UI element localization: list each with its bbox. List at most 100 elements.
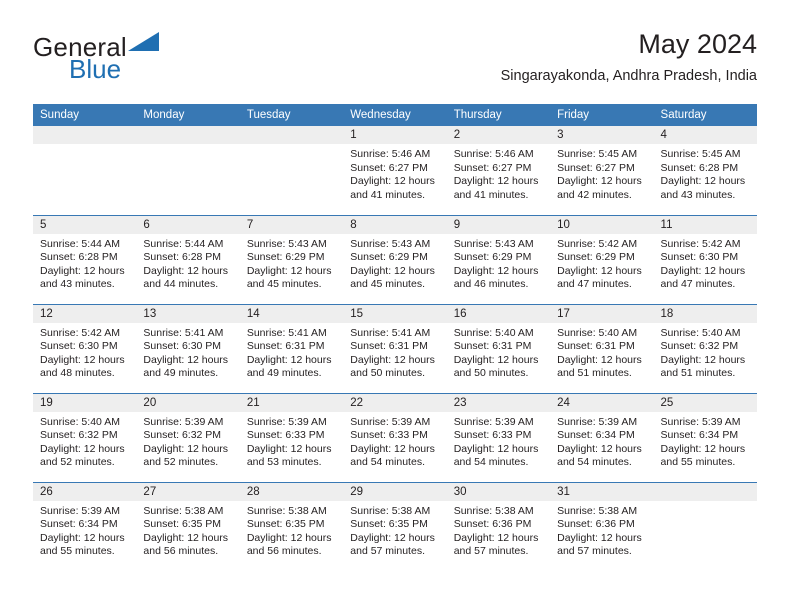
day-detail-line: Sunrise: 5:42 AM: [660, 237, 741, 250]
day-details: Sunrise: 5:38 AM Sunset: 6:36 PM Daylight:…: [447, 501, 550, 559]
day-number: 12: [33, 304, 137, 323]
calendar-day-cell[interactable]: 26 Sunrise: 5:39 AM Sunset: 6:34 PM Dayligh…: [33, 481, 137, 571]
day-details: Sunrise: 5:38 AM Sunset: 6:35 PM Daylight:…: [343, 501, 446, 559]
day-detail-line: Sunrise: 5:42 AM: [557, 237, 638, 250]
day-detail-line: Sunset: 6:29 PM: [557, 251, 635, 264]
day-number: 22: [343, 393, 447, 412]
day-detail-line: Sunset: 6:31 PM: [246, 340, 325, 353]
day-detail-line: Sunrise: 5:41 AM: [143, 326, 224, 339]
calendar-day-cell[interactable]: 16 Sunrise: 5:40 AM Sunset: 6:31 PM Dayligh…: [446, 303, 551, 393]
day-number: 2: [446, 126, 551, 144]
calendar-day-cell[interactable]: 13 Sunrise: 5:41 AM Sunset: 6:30 PM Dayligh…: [136, 303, 240, 393]
day-details: Sunrise: 5:43 AM Sunset: 6:29 PM Daylight:…: [447, 234, 550, 292]
day-detail-line: Sunrise: 5:39 AM: [143, 415, 224, 428]
calendar-day-cell[interactable]: 25 Sunrise: 5:39 AM Sunset: 6:34 PM Dayligh…: [653, 392, 757, 482]
day-detail-line: Daylight: 12 hours: [557, 353, 642, 366]
calendar-week-row: 26 Sunrise: 5:39 AM Sunset: 6:34 PM Dayligh…: [33, 481, 757, 571]
day-detail-line: and 55 minutes.: [660, 456, 736, 469]
day-details: Sunrise: 5:42 AM Sunset: 6:30 PM Daylight:…: [33, 323, 136, 381]
day-detail-line: Daylight: 12 hours: [660, 442, 746, 455]
day-detail-line: Sunset: 6:27 PM: [453, 161, 532, 174]
day-number: 29: [343, 482, 447, 501]
calendar-day-cell[interactable]: 2 Sunrise: 5:46 AM Sunset: 6:27 PM Daylight…: [446, 126, 551, 215]
day-number: 7: [239, 215, 344, 234]
calendar-day-cell[interactable]: 8 Sunrise: 5:43 AM Sunset: 6:29 PM Daylight…: [343, 214, 447, 304]
day-detail-line: Sunrise: 5:44 AM: [143, 237, 224, 250]
day-detail-line: and 42 minutes.: [557, 188, 632, 201]
calendar-day-cell[interactable]: 15 Sunrise: 5:41 AM Sunset: 6:31 PM Dayligh…: [343, 303, 447, 393]
day-detail-line: and 45 minutes.: [246, 278, 322, 291]
calendar-day-cell[interactable]: 28 Sunrise: 5:38 AM Sunset: 6:35 PM Dayligh…: [239, 481, 344, 571]
day-detail-line: Sunset: 6:35 PM: [350, 518, 428, 531]
calendar-day-cell[interactable]: 3 Sunrise: 5:45 AM Sunset: 6:27 PM Daylight…: [550, 126, 654, 215]
day-detail-line: Sunset: 6:32 PM: [40, 429, 118, 442]
day-details: Sunrise: 5:44 AM Sunset: 6:28 PM Daylight:…: [136, 234, 239, 292]
day-detail-line: Daylight: 12 hours: [40, 531, 125, 544]
day-details: Sunrise: 5:40 AM Sunset: 6:31 PM Daylight:…: [550, 323, 653, 381]
day-detail-line: Daylight: 12 hours: [660, 264, 746, 277]
day-detail-line: and 53 minutes.: [246, 456, 322, 469]
calendar-day-cell[interactable]: 24 Sunrise: 5:39 AM Sunset: 6:34 PM Dayligh…: [550, 392, 654, 482]
calendar-empty-cell: [33, 126, 137, 215]
day-number: 4: [653, 126, 757, 144]
calendar-day-cell[interactable]: 29 Sunrise: 5:38 AM Sunset: 6:35 PM Dayligh…: [343, 481, 447, 571]
calendar-day-cell[interactable]: 10 Sunrise: 5:42 AM Sunset: 6:29 PM Dayligh…: [550, 214, 654, 304]
calendar-day-cell[interactable]: 4 Sunrise: 5:45 AM Sunset: 6:28 PM Daylight…: [653, 126, 757, 215]
weekday-header-monday: Monday: [136, 104, 240, 126]
day-detail-line: Daylight: 12 hours: [453, 264, 539, 277]
day-detail-line: Sunrise: 5:38 AM: [557, 504, 638, 517]
day-details: Sunrise: 5:40 AM Sunset: 6:32 PM Daylight:…: [654, 323, 757, 381]
day-detail-line: Sunrise: 5:38 AM: [350, 504, 431, 517]
calendar-day-cell[interactable]: 7 Sunrise: 5:43 AM Sunset: 6:29 PM Daylight…: [239, 214, 344, 304]
triangle-icon: [127, 32, 160, 57]
calendar-day-cell[interactable]: 20 Sunrise: 5:39 AM Sunset: 6:32 PM Dayligh…: [136, 392, 240, 482]
calendar-day-cell[interactable]: 30 Sunrise: 5:38 AM Sunset: 6:36 PM Dayligh…: [446, 481, 551, 571]
day-detail-line: Daylight: 12 hours: [143, 531, 229, 544]
page-title: May 2024: [638, 29, 757, 59]
calendar-day-cell[interactable]: 23 Sunrise: 5:39 AM Sunset: 6:33 PM Dayligh…: [446, 392, 551, 482]
calendar-day-cell[interactable]: 9 Sunrise: 5:43 AM Sunset: 6:29 PM Daylight…: [446, 214, 551, 304]
day-detail-line: Sunset: 6:36 PM: [557, 518, 635, 531]
day-number: [239, 126, 344, 144]
calendar-day-cell[interactable]: 6 Sunrise: 5:44 AM Sunset: 6:28 PM Daylight…: [136, 214, 240, 304]
day-detail-line: Daylight: 12 hours: [246, 531, 332, 544]
calendar-day-cell[interactable]: 14 Sunrise: 5:41 AM Sunset: 6:31 PM Dayligh…: [239, 303, 344, 393]
page-header: General Blue May 2024 Singarayakonda, An…: [33, 28, 757, 94]
day-details: Sunrise: 5:39 AM Sunset: 6:34 PM Daylight:…: [654, 412, 757, 470]
calendar-day-cell[interactable]: 11 Sunrise: 5:42 AM Sunset: 6:30 PM Dayligh…: [653, 214, 757, 304]
day-detail-line: Daylight: 12 hours: [453, 353, 539, 366]
calendar-day-cell[interactable]: 18 Sunrise: 5:40 AM Sunset: 6:32 PM Dayligh…: [653, 303, 757, 393]
day-detail-line: Sunset: 6:30 PM: [660, 251, 739, 264]
day-details: Sunrise: 5:41 AM Sunset: 6:31 PM Daylight:…: [343, 323, 446, 381]
calendar-day-cell[interactable]: 5 Sunrise: 5:44 AM Sunset: 6:28 PM Daylight…: [33, 214, 137, 304]
day-detail-line: Sunrise: 5:39 AM: [40, 504, 120, 517]
day-detail-line: and 49 minutes.: [143, 367, 219, 380]
day-detail-line: and 46 minutes.: [453, 278, 529, 291]
day-detail-line: Sunrise: 5:39 AM: [453, 415, 534, 428]
day-detail-line: Sunset: 6:34 PM: [660, 429, 739, 442]
day-detail-line: Sunrise: 5:42 AM: [40, 326, 120, 339]
calendar-day-cell[interactable]: 27 Sunrise: 5:38 AM Sunset: 6:35 PM Dayligh…: [136, 481, 240, 571]
day-number: [33, 126, 137, 144]
day-detail-line: Sunrise: 5:43 AM: [246, 237, 327, 250]
day-details: Sunrise: 5:41 AM Sunset: 6:30 PM Daylight:…: [136, 323, 239, 381]
weekday-header-wednesday: Wednesday: [343, 104, 447, 126]
calendar-day-cell[interactable]: 19 Sunrise: 5:40 AM Sunset: 6:32 PM Dayligh…: [33, 392, 137, 482]
day-detail-line: Sunrise: 5:46 AM: [453, 148, 534, 160]
day-detail-line: Daylight: 12 hours: [557, 264, 642, 277]
calendar-day-cell[interactable]: 31 Sunrise: 5:38 AM Sunset: 6:36 PM Dayligh…: [550, 481, 654, 571]
calendar-day-cell[interactable]: 17 Sunrise: 5:40 AM Sunset: 6:31 PM Dayligh…: [550, 303, 654, 393]
calendar-day-cell[interactable]: 12 Sunrise: 5:42 AM Sunset: 6:30 PM Dayligh…: [33, 303, 137, 393]
day-detail-line: Daylight: 12 hours: [246, 353, 332, 366]
calendar-day-cell[interactable]: 22 Sunrise: 5:39 AM Sunset: 6:33 PM Dayligh…: [343, 392, 447, 482]
calendar-day-cell[interactable]: 21 Sunrise: 5:39 AM Sunset: 6:33 PM Dayligh…: [239, 392, 344, 482]
page-subtitle: Singarayakonda, Andhra Pradesh, India: [500, 68, 757, 84]
brand-logo[interactable]: General Blue: [33, 32, 253, 92]
day-detail-line: Daylight: 12 hours: [453, 531, 539, 544]
day-detail-line: Sunset: 6:35 PM: [246, 518, 325, 531]
day-detail-line: Sunset: 6:28 PM: [660, 161, 739, 174]
calendar-day-cell[interactable]: 1 Sunrise: 5:46 AM Sunset: 6:27 PM Daylight…: [343, 126, 447, 215]
day-details: Sunrise: 5:42 AM Sunset: 6:30 PM Daylight:…: [654, 234, 757, 292]
day-detail-line: Sunset: 6:29 PM: [453, 251, 532, 264]
day-detail-line: Daylight: 12 hours: [40, 353, 125, 366]
